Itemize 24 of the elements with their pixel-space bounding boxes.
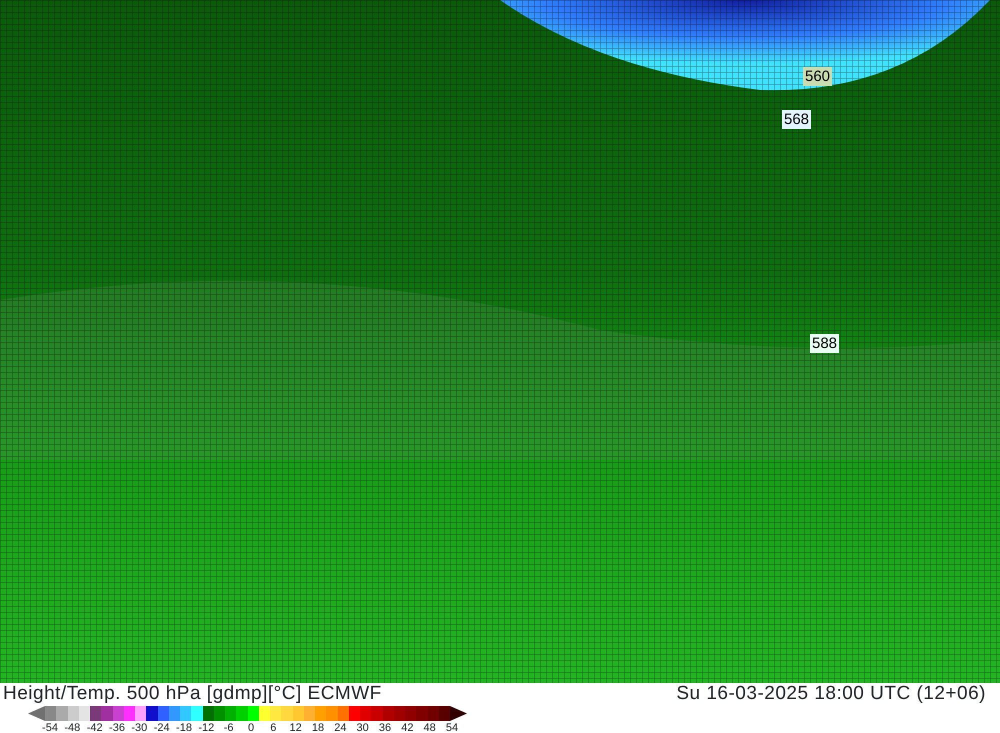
contour-label: 588 [810,334,840,353]
tick-label: 36 [378,721,392,733]
valid-time: Su 16-03-2025 18:00 UTC (12+06) [676,683,986,705]
tick-label: -36 [109,721,125,733]
tick-label: -48 [64,721,80,733]
tick-label: -42 [86,721,103,733]
chart-title: Height/Temp. 500 hPa [gdmp][°C] ECMWF [3,683,382,705]
tick-label: -18 [176,721,192,733]
tick-label: -6 [224,721,234,733]
tick-label: -12 [198,721,214,733]
tick-label: -54 [42,721,58,733]
tick-label: 42 [401,721,414,733]
contour-label: 568 [782,110,812,129]
tick-label: 24 [334,721,346,733]
tick-label: 12 [290,721,302,733]
tick-label: 0 [248,721,254,733]
tick-label: 6 [270,721,276,733]
tick-label: -24 [154,721,170,733]
tick-label: 30 [356,721,369,733]
contour-label: 560 [803,67,832,86]
tick-label: 48 [424,721,436,733]
tick-label: 54 [446,721,458,733]
tick-label: -30 [131,721,148,733]
tick-label: 18 [312,721,324,733]
